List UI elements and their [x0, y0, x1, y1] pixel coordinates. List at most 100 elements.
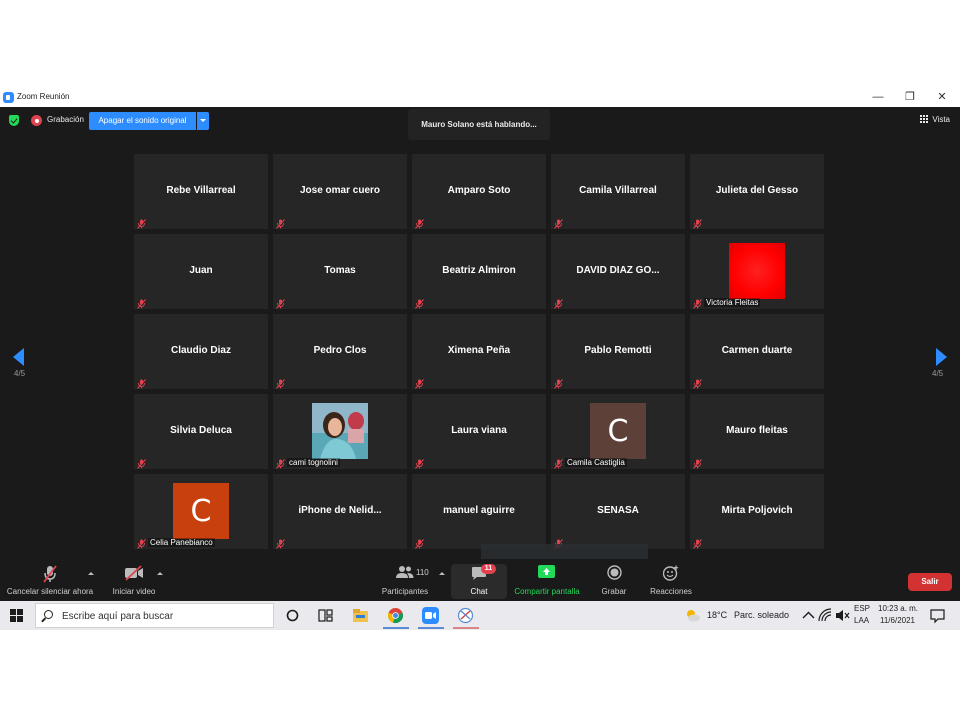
search-placeholder: Escribe aquí para buscar	[62, 611, 174, 622]
audio-options-caret[interactable]	[88, 572, 94, 575]
participant-name: SENASA	[597, 505, 639, 516]
participant-tile[interactable]: Juan	[134, 234, 268, 309]
participant-tile[interactable]: Julieta del Gesso	[690, 154, 824, 229]
gallery-view-icon[interactable]	[920, 115, 928, 123]
weather-partly-sunny-icon[interactable]	[684, 607, 701, 624]
muted-mic-icon	[276, 456, 285, 469]
muted-mic-icon	[415, 216, 424, 229]
participant-name: Celia Panebianco	[148, 538, 215, 547]
participant-tile[interactable]: cami tognolini	[273, 394, 407, 469]
participants-label: Participantes	[381, 587, 429, 596]
participant-tile[interactable]: Amparo Soto	[412, 154, 546, 229]
participant-name: Camila Villarreal	[579, 185, 657, 196]
weather-condition[interactable]: Parc. soleado	[734, 610, 789, 620]
arrow-left-icon	[13, 348, 24, 366]
muted-mic-icon	[137, 456, 146, 469]
reactions-smiley-icon	[663, 565, 679, 581]
snipping-active-indicator	[453, 627, 479, 629]
windows-start-icon[interactable]	[10, 609, 23, 622]
participant-tile[interactable]: Mauro fleitas	[690, 394, 824, 469]
record-icon	[607, 565, 622, 580]
gallery-grid: Rebe Villarreal Jose omar cuero Amparo Sot…	[134, 154, 826, 552]
leave-meeting-button[interactable]: Salir	[908, 573, 952, 591]
language-bottom[interactable]: LAA	[854, 616, 869, 625]
page-indicator-right: 4/5	[932, 369, 944, 378]
record-button[interactable]: Grabar	[592, 559, 636, 601]
participant-tile[interactable]: Mirta Poljovich	[690, 474, 824, 549]
muted-mic-icon	[137, 296, 146, 309]
participant-tile[interactable]: manuel aguirre	[412, 474, 546, 549]
security-shield-icon[interactable]	[9, 115, 19, 126]
participant-tile[interactable]: Tomas	[273, 234, 407, 309]
participant-tile[interactable]: iPhone de Nelid...	[273, 474, 407, 549]
muted-mic-icon	[276, 296, 285, 309]
chat-label: Chat	[470, 587, 488, 596]
original-sound-button[interactable]: Apagar el sonido original	[89, 112, 196, 130]
participant-tile[interactable]: Beatriz Almiron	[412, 234, 546, 309]
participant-name: Mirta Poljovich	[721, 505, 793, 516]
muted-mic-icon	[43, 565, 57, 583]
participants-count: 110	[416, 568, 429, 577]
zoom-taskbar-icon[interactable]	[422, 607, 439, 624]
clock-time[interactable]: 10:23 a. m.	[878, 604, 918, 613]
share-screen-label: Compartir pantalla	[514, 587, 580, 596]
muted-mic-icon	[693, 296, 702, 309]
unmute-button[interactable]: Cancelar silenciar ahora	[4, 559, 96, 601]
notifications-icon[interactable]	[929, 607, 946, 624]
video-options-caret[interactable]	[157, 572, 163, 575]
participant-tile[interactable]: Rebe Villarreal	[134, 154, 268, 229]
clock-date[interactable]: 11/6/2021	[880, 616, 915, 625]
participant-tile[interactable]: Camila Villarreal	[551, 154, 685, 229]
muted-mic-icon	[554, 376, 563, 389]
participant-name: iPhone de Nelid...	[298, 505, 382, 516]
close-window-button[interactable]: ✕	[930, 90, 954, 105]
file-explorer-icon[interactable]	[352, 607, 369, 624]
participant-tile[interactable]: Jose omar cuero	[273, 154, 407, 229]
share-screen-button[interactable]: Compartir pantalla	[510, 559, 584, 601]
participant-tile[interactable]: C Camila Castiglia	[551, 394, 685, 469]
participant-tile[interactable]: C Celia Panebianco	[134, 474, 268, 549]
participant-tile[interactable]: Victoria Fleitas	[690, 234, 824, 309]
reactions-button[interactable]: Reacciones	[644, 559, 698, 601]
taskbar-search-box[interactable]: Escribe aquí para buscar	[35, 603, 274, 628]
participant-tile[interactable]: Laura viana	[412, 394, 546, 469]
language-top[interactable]: ESP	[854, 604, 870, 613]
participant-name: Pedro Clos	[313, 345, 367, 356]
restore-button[interactable]: ❐	[898, 90, 922, 105]
participant-tile[interactable]: Silvia Deluca	[134, 394, 268, 469]
participant-tile[interactable]: Carmen duarte	[690, 314, 824, 389]
muted-mic-icon	[137, 216, 146, 229]
participant-name: Pablo Remotti	[584, 345, 652, 356]
participant-tile[interactable]: SENASA	[551, 474, 685, 549]
muted-mic-icon	[693, 536, 702, 549]
page-indicator-left: 4/5	[14, 369, 26, 378]
participant-tile[interactable]: Pablo Remotti	[551, 314, 685, 389]
participant-tile[interactable]: Ximena Peña	[412, 314, 546, 389]
minimize-button[interactable]: —	[866, 90, 890, 105]
participant-name: Juan	[189, 265, 213, 276]
chat-button[interactable]: Chat	[451, 564, 507, 599]
participant-tile[interactable]: Claudio Diaz	[134, 314, 268, 389]
volume-muted-icon[interactable]	[834, 607, 851, 624]
chevron-up-icon[interactable]	[800, 607, 817, 624]
participant-name: Amparo Soto	[447, 185, 511, 196]
participant-tile[interactable]: DAVID DIAZ GO...	[551, 234, 685, 309]
original-sound-dropdown[interactable]	[197, 112, 209, 130]
participant-tile[interactable]: Pedro Clos	[273, 314, 407, 389]
participants-options-caret[interactable]	[439, 572, 445, 575]
wifi-icon[interactable]	[817, 607, 834, 624]
start-video-button[interactable]: Iniciar video	[106, 559, 162, 601]
task-view-icon[interactable]	[317, 607, 334, 624]
view-button[interactable]: Vista	[932, 115, 950, 124]
chrome-icon[interactable]	[387, 607, 404, 624]
record-label: Grabar	[601, 587, 627, 596]
weather-temperature[interactable]: 18°C	[707, 610, 727, 620]
cortana-icon[interactable]	[284, 607, 301, 624]
muted-mic-icon	[693, 456, 702, 469]
participant-name: Carmen duarte	[721, 345, 793, 356]
chat-unread-badge: 11	[481, 564, 496, 574]
notification-overlay	[481, 544, 648, 560]
window-title: Zoom Reunión	[17, 92, 70, 101]
participants-button[interactable]: 110 Participantes	[378, 559, 432, 601]
snipping-tool-icon[interactable]	[457, 607, 474, 624]
